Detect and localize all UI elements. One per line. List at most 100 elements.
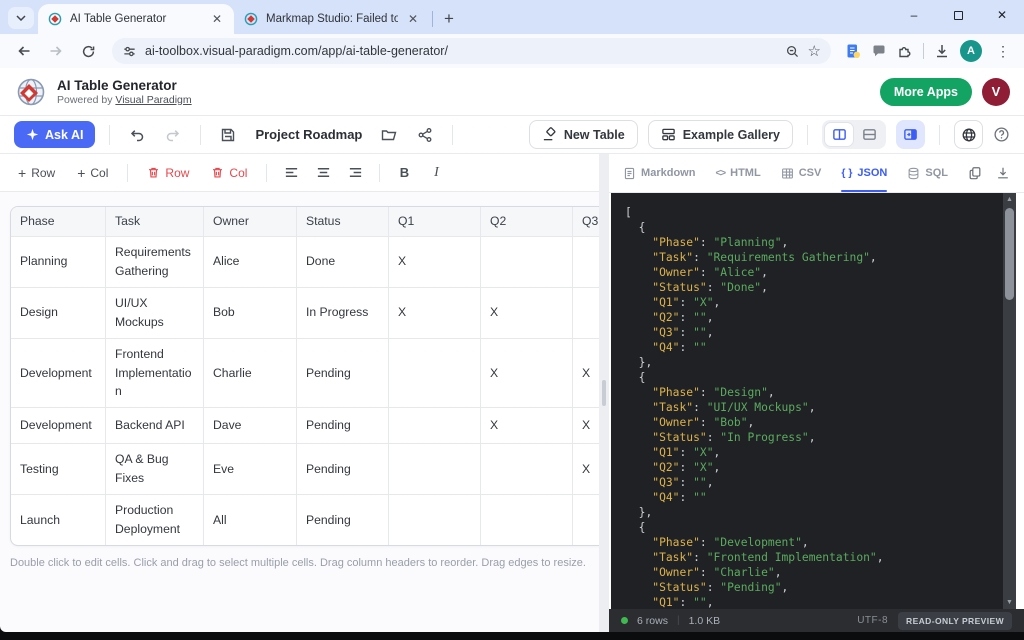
new-table-button[interactable]: New Table [529,120,638,149]
table-cell[interactable] [481,495,573,545]
split-columns-toggle[interactable] [825,123,853,146]
open-file-button[interactable] [376,122,402,148]
preview-tab-json[interactable]: { }JSON [841,154,887,192]
table-cell[interactable]: Alice [204,237,297,288]
downloads-icon[interactable] [934,43,950,59]
table-cell[interactable] [481,444,573,495]
browser-tab-inactive[interactable]: Markmap Studio: Failed to oper ✕ [234,4,430,34]
bookmark-star-icon[interactable]: ☆ [808,42,821,60]
docs-extension-icon[interactable] [845,43,861,59]
italic-button[interactable]: I [423,161,449,185]
browser-menu-icon[interactable]: ⋮ [992,43,1014,60]
table-cell[interactable]: Eve [204,444,297,495]
table-cell[interactable] [481,237,573,288]
add-row-button[interactable]: +Row [10,162,63,184]
table-cell[interactable] [389,339,481,409]
table-cell[interactable]: QA & Bug Fixes [106,444,204,495]
code-scrollbar[interactable]: ▲ ▼ [1003,193,1016,609]
table-cell[interactable] [573,288,599,339]
table-cell[interactable]: X [481,339,573,409]
save-button[interactable] [215,122,241,148]
browser-tab-active[interactable]: AI Table Generator ✕ [38,4,234,34]
scroll-down-icon[interactable]: ▼ [1003,596,1016,609]
tab-close-icon[interactable]: ✕ [406,12,420,26]
split-rows-toggle[interactable] [855,123,883,146]
delete-row-button[interactable]: Row [139,162,197,184]
preview-tab-html[interactable]: <>HTML [715,154,760,192]
toggle-preview-panel-button[interactable] [896,120,925,149]
table-cell[interactable]: X [573,444,599,495]
column-header[interactable]: Task [106,207,204,237]
table-cell[interactable] [389,444,481,495]
tab-close-icon[interactable]: ✕ [210,12,224,26]
table-cell[interactable] [573,237,599,288]
table-cell[interactable]: Backend API [106,408,204,444]
more-apps-button[interactable]: More Apps [880,78,972,106]
table-cell[interactable] [573,495,599,545]
table-cell[interactable]: X [389,237,481,288]
address-bar[interactable]: ai-toolbox.visual-paradigm.com/app/ai-ta… [112,38,831,64]
table-cell[interactable]: Development [11,408,106,444]
column-header[interactable]: Q1 [389,207,481,237]
back-button[interactable] [10,37,38,65]
example-gallery-button[interactable]: Example Gallery [648,120,793,149]
preview-tab-sql[interactable]: SQL [907,154,948,192]
document-title[interactable]: Project Roadmap [255,127,362,142]
table-cell[interactable]: Production Deployment [106,495,204,545]
download-code-button[interactable] [996,166,1010,180]
table-cell[interactable]: X [481,408,573,444]
bold-button[interactable]: B [391,161,417,185]
column-header[interactable]: Owner [204,207,297,237]
table-cell[interactable]: Planning [11,237,106,288]
table-cell[interactable]: Design [11,288,106,339]
table-cell[interactable] [389,495,481,545]
window-maximize-button[interactable] [936,0,980,30]
site-settings-icon[interactable] [122,44,137,59]
column-header[interactable]: Status [297,207,389,237]
table-cell[interactable]: X [481,288,573,339]
extensions-puzzle-icon[interactable] [897,43,913,59]
align-center-button[interactable] [310,161,336,185]
table-cell[interactable]: X [573,408,599,444]
column-header[interactable]: Q2 [481,207,573,237]
language-button[interactable] [954,120,983,149]
table-cell[interactable]: Bob [204,288,297,339]
url-text[interactable]: ai-toolbox.visual-paradigm.com/app/ai-ta… [145,44,777,58]
refresh-button[interactable] [74,37,102,65]
table-cell[interactable]: Pending [297,339,389,409]
add-col-button[interactable]: +Col [69,162,116,184]
delete-col-button[interactable]: Col [203,162,255,184]
preview-tab-markdown[interactable]: Markdown [623,154,695,192]
column-header[interactable]: Phase [11,207,106,237]
new-tab-button[interactable]: + [437,7,461,31]
table-cell[interactable]: UI/UX Mockups [106,288,204,339]
table-cell[interactable]: In Progress [297,288,389,339]
ask-ai-button[interactable]: Ask AI [14,121,95,148]
table-cell[interactable]: Pending [297,495,389,545]
table-cell[interactable]: Testing [11,444,106,495]
table-cell[interactable]: Dave [204,408,297,444]
browser-profile-avatar[interactable]: A [960,40,982,62]
column-header[interactable]: Q3 [573,207,599,237]
table-cell[interactable]: Frontend Implementation [106,339,204,409]
table-cell[interactable]: Pending [297,444,389,495]
account-avatar[interactable]: V [982,78,1010,106]
scroll-up-icon[interactable]: ▲ [1003,193,1016,206]
panel-resize-divider[interactable] [599,154,609,632]
redo-button[interactable] [160,122,186,148]
tab-search-button[interactable] [8,7,34,29]
table-cell[interactable]: Charlie [204,339,297,409]
table-cell[interactable] [389,408,481,444]
zoom-icon[interactable] [785,44,800,59]
align-right-button[interactable] [342,161,368,185]
forward-button[interactable] [42,37,70,65]
table-cell[interactable]: Launch [11,495,106,545]
table-cell[interactable]: Requirements Gathering [106,237,204,288]
window-close-button[interactable]: ✕ [980,0,1024,30]
align-left-button[interactable] [278,161,304,185]
preview-tab-csv[interactable]: CSV [781,154,822,192]
table-cell[interactable]: Done [297,237,389,288]
share-button[interactable] [412,122,438,148]
copy-code-button[interactable] [968,166,982,180]
chat-extension-icon[interactable] [871,43,887,59]
